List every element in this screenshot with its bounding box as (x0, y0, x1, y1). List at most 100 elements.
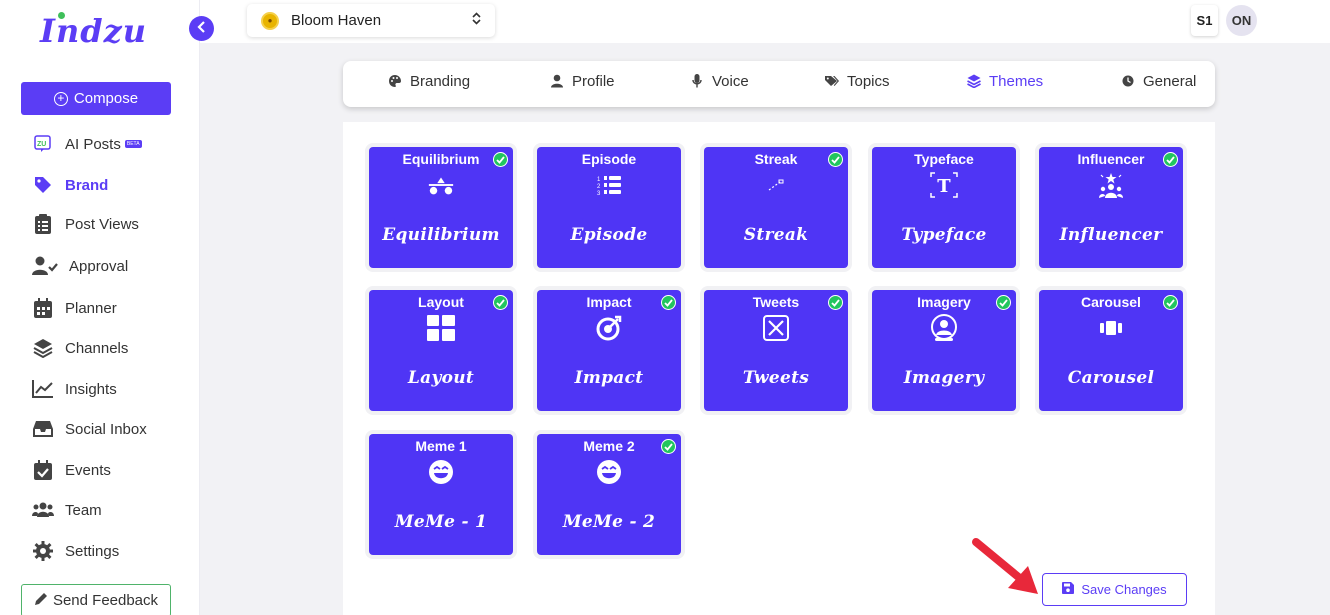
tab-topics[interactable]: Topics (825, 61, 890, 101)
theme-script-label: Impact (574, 368, 644, 388)
sidebar-item-planner[interactable]: Planner (32, 296, 117, 320)
theme-card-carousel[interactable]: Carousel Carousel (1039, 290, 1183, 411)
save-changes-button[interactable]: Save Changes (1042, 573, 1187, 606)
tab-branding[interactable]: Branding (388, 61, 470, 101)
check-circle-icon (493, 295, 508, 310)
theme-card-meme-1[interactable]: Meme 1 MeMe - 1 (369, 434, 513, 555)
sidebar-item-team[interactable]: Team (32, 498, 102, 522)
check-circle-icon (1163, 295, 1178, 310)
clock-icon (1121, 74, 1135, 88)
tab-label: Themes (989, 72, 1044, 90)
calendar-check-icon (32, 459, 54, 481)
check-circle-icon (996, 295, 1011, 310)
user-avatar-s1[interactable]: S1 (1191, 5, 1218, 36)
theme-title: Equilibrium (402, 151, 480, 167)
sidebar-item-insights[interactable]: Insights (32, 377, 117, 401)
theme-title: Imagery (917, 294, 971, 310)
tab-label: Voice (712, 72, 749, 90)
theme-script-label: Imagery (903, 368, 985, 388)
sidebar-item-brand[interactable]: Brand (32, 173, 108, 197)
microphone-icon (690, 74, 704, 88)
theme-script-label: Layout (407, 368, 475, 388)
numbered-list-icon: 123 (595, 171, 623, 199)
check-circle-icon (1163, 152, 1178, 167)
theme-script-label: Tweets (742, 368, 810, 388)
collapse-sidebar-button[interactable] (189, 16, 214, 41)
svg-text:2: 2 (597, 184, 601, 190)
tag-icon (32, 174, 54, 196)
check-circle-icon (493, 152, 508, 167)
layers-icon (32, 337, 54, 359)
ai-posts-icon: ZU (32, 133, 54, 155)
typeface-icon: T (930, 171, 958, 199)
sidebar-item-ai-posts[interactable]: ZU AI Posts BETA (32, 132, 142, 156)
user-icon (550, 74, 564, 88)
calendar-icon (32, 297, 54, 319)
gear-icon (32, 540, 54, 562)
check-circle-icon (661, 295, 676, 310)
theme-title: Tweets (752, 294, 800, 310)
sidebar-item-approval[interactable]: Approval (32, 254, 128, 278)
svg-text:ZU: ZU (37, 141, 46, 148)
user-avatar-on[interactable]: ON (1226, 5, 1257, 36)
brand-avatar-icon: ● (261, 11, 279, 30)
theme-card-meme-2[interactable]: Meme 2 MeMe - 2 (537, 434, 681, 555)
compose-label: Compose (73, 90, 139, 107)
theme-card-streak[interactable]: Streak Streak (704, 147, 848, 268)
theme-script-label: Carousel (1067, 368, 1155, 388)
theme-card-imagery[interactable]: Imagery Imagery (872, 290, 1016, 411)
tab-label: Profile (572, 72, 615, 90)
theme-script-label: Influencer (1059, 225, 1163, 245)
theme-script-label: MeMe - 1 (394, 512, 488, 532)
chevron-up-down-icon (472, 12, 481, 26)
theme-script-label: MeMe - 2 (562, 512, 656, 532)
theme-title: Typeface (914, 151, 974, 167)
sidebar: Indzu + Compose ZU AI Posts BETA Brand P… (0, 0, 200, 615)
theme-card-equilibrium[interactable]: Equilibrium Equilibrium (369, 147, 513, 268)
save-changes-label: Save Changes (1081, 582, 1167, 597)
theme-script-label: Equilibrium (382, 225, 500, 245)
theme-title: Carousel (1081, 294, 1141, 310)
sidebar-item-channels[interactable]: Channels (32, 336, 128, 360)
compose-button[interactable]: + Compose (21, 82, 171, 115)
balance-icon (427, 171, 455, 199)
chevron-left-icon (196, 21, 207, 36)
theme-card-impact[interactable]: Impact Impact (537, 290, 681, 411)
svg-text:T: T (937, 176, 951, 197)
tab-profile[interactable]: Profile (550, 61, 615, 101)
tab-themes[interactable]: Themes (967, 61, 1043, 101)
svg-text:1: 1 (597, 177, 601, 183)
theme-script-label: Episode (570, 225, 648, 245)
theme-card-influencer[interactable]: Influencer Influencer (1039, 147, 1183, 268)
theme-title: Impact (586, 294, 632, 310)
sidebar-item-events[interactable]: Events (32, 458, 111, 482)
tab-general[interactable]: General (1121, 61, 1196, 101)
theme-card-episode[interactable]: Episode 1 2 3 Episode (537, 147, 681, 268)
annotation-arrow (972, 538, 1038, 594)
theme-script-label: Streak (743, 225, 809, 245)
sidebar-item-settings[interactable]: Settings (32, 539, 119, 563)
tab-voice[interactable]: Voice (690, 61, 749, 101)
sidebar-item-social-inbox[interactable]: Social Inbox (32, 417, 147, 441)
floppy-disk-icon (1062, 582, 1075, 597)
theme-card-tweets[interactable]: Tweets Tweets (704, 290, 848, 411)
tags-icon (825, 74, 839, 88)
theme-card-typeface[interactable]: Typeface T Typeface (872, 147, 1016, 268)
theme-title: Influencer (1077, 151, 1145, 167)
sidebar-item-label: Planner (65, 299, 117, 317)
sidebar-item-post-views[interactable]: Post Views (32, 212, 139, 236)
theme-card-layout[interactable]: Layout Layout (369, 290, 513, 411)
brand-name: Bloom Haven (291, 12, 382, 29)
theme-title: Episode (581, 151, 637, 167)
app-logo[interactable]: Indzu (40, 12, 147, 50)
sidebar-item-label: Channels (65, 339, 129, 357)
clipboard-list-icon (32, 213, 54, 235)
sidebar-item-label: Brand (65, 176, 109, 194)
sidebar-item-label: Approval (69, 257, 129, 275)
chart-line-icon (32, 378, 54, 400)
send-feedback-button[interactable]: Send Feedback (21, 584, 171, 615)
sidebar-item-label: Post Views (65, 215, 139, 233)
check-circle-icon (828, 295, 843, 310)
user-check-icon (32, 255, 58, 277)
brand-selector[interactable]: ● Bloom Haven (247, 4, 495, 37)
